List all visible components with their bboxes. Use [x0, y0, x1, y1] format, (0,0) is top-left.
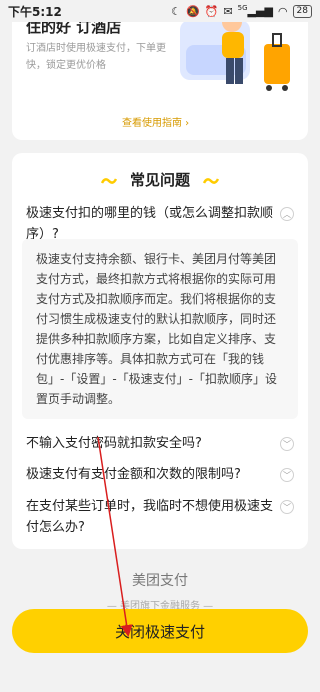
- squiggle-right-icon: [203, 177, 220, 184]
- brand-name: 美团支付: [132, 573, 188, 589]
- faq-question-limits[interactable]: 极速支付有支付金额和次数的限制吗?: [26, 464, 274, 485]
- faq-question-disable-temporarily[interactable]: 在支付某些订单时，我临时不想使用极速支付怎么办?: [26, 496, 274, 538]
- faq-header: 常见问题: [12, 169, 308, 190]
- moon-icon: ☾: [171, 4, 182, 18]
- chevron-down-icon[interactable]: ﹀: [280, 437, 294, 451]
- faq-answer-text: 极速支付支持余额、银行卡、美团月付等美团支付方式，最终扣款方式将根据你的实际可用…: [36, 252, 277, 406]
- mail-icon: ✉: [223, 4, 233, 18]
- battery-icon: 28: [292, 4, 312, 18]
- faq-card: 常见问题 极速支付扣的哪里的钱（或怎么调整扣款顺序）? ︿ 极速支付支持余额、银…: [12, 153, 308, 549]
- status-bar: 下午5:12 ☾ 🔕 ⏰ ✉ 5G▂▄▆ ◠ 28: [0, 0, 320, 22]
- signal-label: 5G: [237, 4, 248, 13]
- status-time: 下午5:12: [8, 4, 62, 19]
- alarm-icon: ⏰: [204, 4, 219, 18]
- usage-guide-link[interactable]: 查看使用指南 ›: [122, 114, 189, 129]
- squiggle-left-icon: [100, 177, 117, 184]
- mute-icon: 🔕: [186, 4, 200, 18]
- disable-quick-pay-button[interactable]: 关闭极速支付: [12, 609, 308, 653]
- promo-description: 订酒店时使用极速支付，下单更快，锁定更优价格: [26, 43, 166, 71]
- signal-icon: 5G▂▄▆: [237, 4, 273, 18]
- faq-answer-box: 极速支付支持余额、银行卡、美团月付等美团支付方式，最终扣款方式将根据你的实际可用…: [22, 239, 298, 419]
- chevron-down-icon[interactable]: ﹀: [280, 468, 294, 482]
- wifi-icon: ◠: [277, 4, 288, 18]
- faq-question-security[interactable]: 不输入支付密码就扣款安全吗?: [26, 433, 274, 454]
- status-icons: ☾ 🔕 ⏰ ✉ 5G▂▄▆ ◠ 28: [171, 4, 312, 18]
- faq-title: 常见问题: [129, 171, 190, 189]
- chevron-down-icon[interactable]: ﹀: [280, 500, 294, 514]
- chevron-up-icon[interactable]: ︿: [280, 207, 294, 221]
